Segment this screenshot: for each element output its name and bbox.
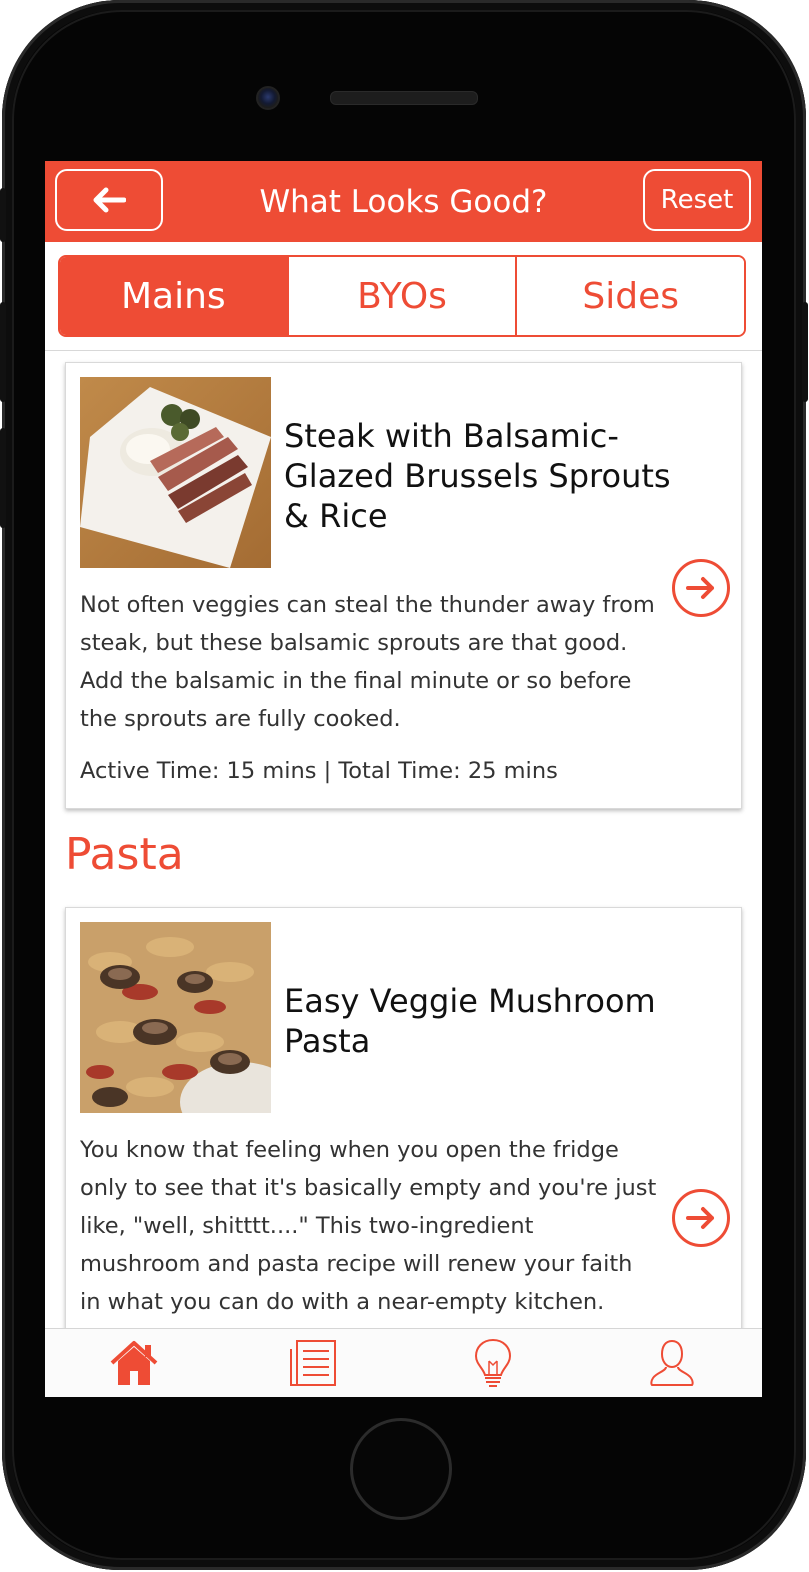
section-title-pasta: Pasta	[65, 829, 184, 880]
volume-up-button	[0, 302, 6, 402]
tab-mains[interactable]: Mains	[60, 257, 287, 335]
power-button	[802, 302, 808, 402]
recipe-title: Easy Veggie Mushroom Pasta	[284, 982, 656, 1060]
home-button[interactable]	[350, 1418, 452, 1520]
tabs-divider	[45, 350, 762, 351]
recipe-description: Not often veggies can steal the thunder …	[80, 592, 655, 732]
bottom-tab-bar	[45, 1328, 762, 1397]
back-button[interactable]	[55, 169, 163, 231]
app-screen: What Looks Good? Reset Mains BYOs Sides	[45, 161, 762, 1397]
app-header: What Looks Good? Reset	[45, 161, 762, 242]
recipe-card[interactable]: Steak with Balsamic-Glazed Brussels Spro…	[65, 362, 742, 809]
category-tabs: Mains BYOs Sides	[58, 255, 746, 337]
open-recipe-button[interactable]	[672, 559, 730, 617]
recipe-list-icon[interactable]	[287, 1337, 339, 1389]
profile-icon[interactable]	[646, 1337, 698, 1389]
mute-switch	[0, 188, 6, 242]
recipe-card[interactable]: Easy Veggie Mushroom Pasta You know that…	[65, 907, 742, 1397]
recipe-title: Steak with Balsamic-Glazed Brussels Spro…	[284, 417, 671, 535]
lightbulb-icon[interactable]	[467, 1337, 519, 1389]
earpiece-speaker	[330, 91, 478, 105]
volume-down-button	[0, 428, 6, 528]
home-icon[interactable]	[108, 1337, 160, 1389]
recipe-image-pasta	[80, 922, 271, 1113]
recipe-image-steak	[80, 377, 271, 568]
arrow-right-icon	[686, 577, 714, 599]
arrow-left-icon	[93, 187, 126, 213]
front-camera	[256, 86, 280, 110]
recipe-times: Active Time: 15 mins | Total Time: 25 mi…	[80, 758, 558, 784]
arrow-right-icon	[686, 1207, 714, 1229]
tab-byos[interactable]: BYOs	[286, 257, 516, 335]
recipe-description: You know that feeling when you open the …	[80, 1137, 657, 1315]
reset-button[interactable]: Reset	[643, 169, 751, 231]
open-recipe-button[interactable]	[672, 1189, 730, 1247]
tab-sides[interactable]: Sides	[515, 257, 744, 335]
